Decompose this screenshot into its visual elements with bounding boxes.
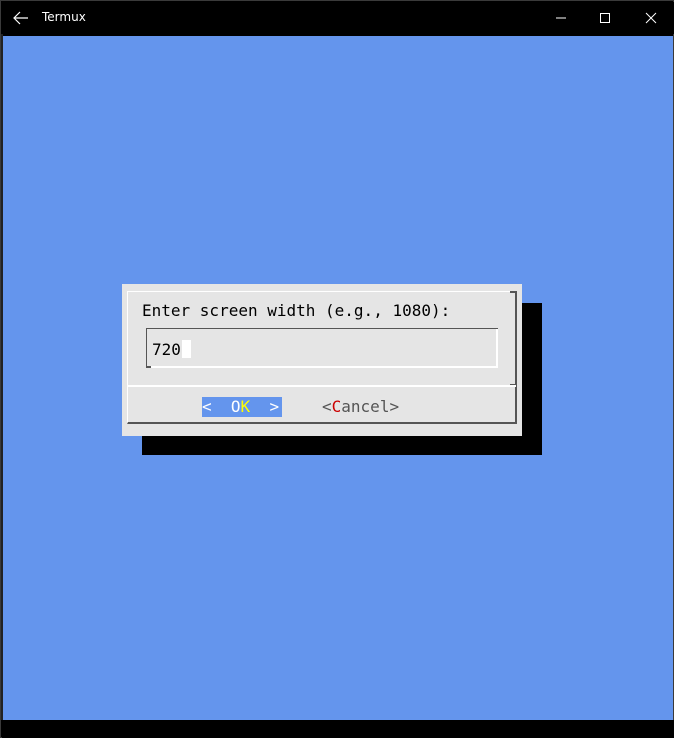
cancel-button-left: < xyxy=(322,397,332,416)
back-arrow-icon xyxy=(13,11,28,25)
close-icon xyxy=(645,12,657,24)
input-dialog: Enter screen width (e.g., 1080): 720 < O… xyxy=(122,284,522,436)
bottom-bar xyxy=(2,720,674,738)
termux-window: Termux Enter screen width (e.g., 1080): xyxy=(0,0,674,738)
ok-button[interactable]: < OK > xyxy=(202,397,282,417)
cancel-button-hotkey: C xyxy=(331,397,342,416)
back-button[interactable] xyxy=(8,6,34,30)
maximize-icon xyxy=(600,13,610,23)
dialog-frame-corner xyxy=(510,291,517,293)
title-bar: Termux xyxy=(2,2,674,34)
ok-button-rest: K xyxy=(240,397,251,416)
close-button[interactable] xyxy=(628,2,674,34)
input-frame-corner xyxy=(491,328,498,329)
screen-width-input[interactable] xyxy=(146,328,498,368)
minimize-button[interactable] xyxy=(538,2,584,34)
window-title: Termux xyxy=(42,10,86,24)
cancel-button-rest: ancel xyxy=(341,397,390,416)
cancel-button[interactable]: <Cancel> xyxy=(322,397,399,417)
cancel-button-right: > xyxy=(389,397,400,416)
ok-button-left: < xyxy=(202,397,231,416)
maximize-button[interactable] xyxy=(582,2,628,34)
input-value[interactable]: 720 xyxy=(152,340,181,359)
ok-button-right: > xyxy=(250,397,280,416)
dialog-prompt: Enter screen width (e.g., 1080): xyxy=(142,301,451,320)
text-cursor xyxy=(182,340,191,358)
minimize-icon xyxy=(556,17,566,19)
input-frame-corner xyxy=(146,366,151,368)
dialog-separator xyxy=(128,385,516,387)
ok-button-hotkey: O xyxy=(230,397,241,416)
